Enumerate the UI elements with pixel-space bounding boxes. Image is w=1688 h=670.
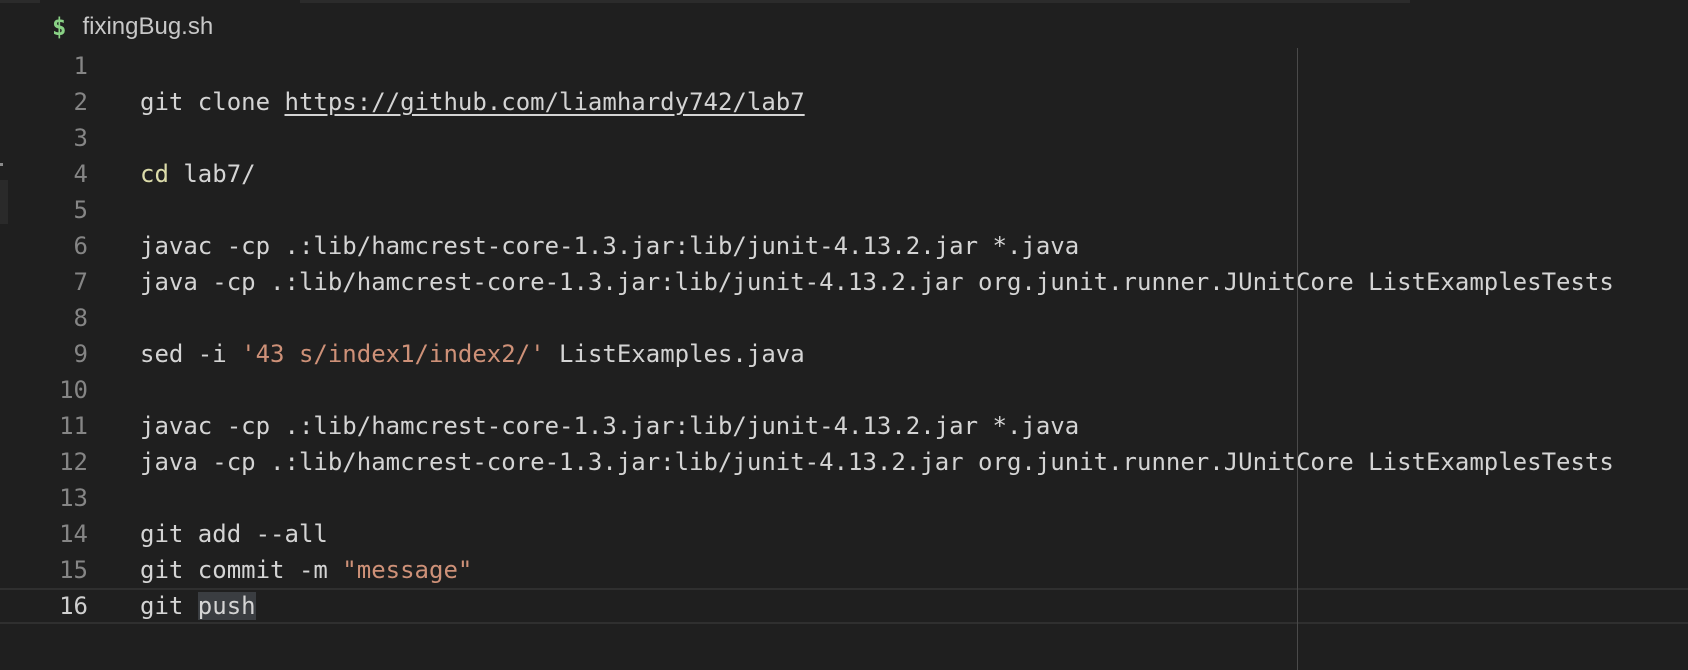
line-number: 6 [73,232,88,260]
column-ruler [1297,48,1298,670]
line-content[interactable]: sed -i '43 s/index1/index2/' ListExample… [140,336,805,372]
shell-script-icon: $ [52,13,67,41]
tab-strip [0,0,1688,4]
line-number: 3 [73,124,88,152]
code-text: sed -i [140,340,242,368]
builtin-command: cd [140,160,169,188]
line-number: 12 [59,448,88,476]
tab-strip-segment [0,0,40,3]
line-number: 14 [59,520,88,548]
code-line[interactable]: 2 git clone https://github.com/liamhardy7… [0,84,1688,120]
code-text: git add --all [140,520,328,548]
line-content[interactable]: git clone https://github.com/liamhardy74… [140,84,805,120]
code-line[interactable]: 10 [0,372,1688,408]
code-editor[interactable]: $ fixingBug.sh 1 2 git clone https://githu… [0,0,1688,670]
code-line[interactable]: 9 sed -i '43 s/index1/index2/' ListExampl… [0,336,1688,372]
code-text: git [140,592,198,620]
breadcrumb-filename[interactable]: fixingBug.sh [82,13,213,41]
code-line[interactable]: 11 javac -cp .:lib/hamcrest-core-1.3.jar:… [0,408,1688,444]
code-line[interactable]: 4 cd lab7/ [0,156,1688,192]
code-area[interactable]: 1 2 git clone https://github.com/liamhardy… [0,48,1688,624]
tab-strip-segment [300,0,1410,3]
line-content[interactable]: git push [140,590,256,622]
code-line[interactable]: 7 java -cp .:lib/hamcrest-core-1.3.jar:li… [0,264,1688,300]
code-line[interactable]: 1 [0,48,1688,84]
code-text: java -cp .:lib/hamcrest-core-1.3.jar:lib… [140,268,1614,296]
line-content[interactable]: javac -cp .:lib/hamcrest-core-1.3.jar:li… [140,228,1079,264]
code-line[interactable]: 16 git push [0,588,1688,624]
line-number: 4 [73,160,88,188]
line-number: 11 [59,412,88,440]
line-number: 8 [73,304,88,332]
line-content[interactable]: cd lab7/ [140,156,256,192]
code-line[interactable]: 8 [0,300,1688,336]
line-content[interactable]: git add --all [140,516,328,552]
string-literal: "message" [342,556,473,584]
code-line[interactable]: 6 javac -cp .:lib/hamcrest-core-1.3.jar:l… [0,228,1688,264]
code-line[interactable]: 12 java -cp .:lib/hamcrest-core-1.3.jar:l… [0,444,1688,480]
line-content[interactable]: javac -cp .:lib/hamcrest-core-1.3.jar:li… [140,408,1079,444]
line-content[interactable]: git commit -m "message" [140,552,472,588]
code-text: ListExamples.java [544,340,805,368]
line-number: 13 [59,484,88,512]
line-number: 15 [59,556,88,584]
code-text: lab7/ [168,160,256,188]
code-text: javac -cp .:lib/hamcrest-core-1.3.jar:li… [140,232,1080,260]
code-line[interactable]: 15 git commit -m "message" [0,552,1688,588]
line-content[interactable]: java -cp .:lib/hamcrest-core-1.3.jar:lib… [140,444,1614,480]
line-content[interactable]: java -cp .:lib/hamcrest-core-1.3.jar:lib… [140,264,1614,300]
line-number: 2 [73,88,88,116]
line-number: 7 [73,268,88,296]
code-line[interactable]: 14 git add --all [0,516,1688,552]
line-number: 1 [73,52,88,80]
line-number: 9 [73,340,88,368]
breadcrumb[interactable]: $ fixingBug.sh [52,10,213,44]
code-text: git commit -m [140,556,343,584]
code-line[interactable]: 5 [0,192,1688,228]
line-number: 10 [59,376,88,404]
line-number: 16 [59,592,88,620]
url-link[interactable]: https://github.com/liamhardy742/lab7 [285,88,805,116]
code-text: javac -cp .:lib/hamcrest-core-1.3.jar:li… [140,412,1080,440]
code-line[interactable]: 3 [0,120,1688,156]
selected-text: push [197,592,256,620]
code-line[interactable]: 13 [0,480,1688,516]
code-text: java -cp .:lib/hamcrest-core-1.3.jar:lib… [140,448,1614,476]
string-literal: '43 s/index1/index2/' [241,340,545,368]
line-number: 5 [73,196,88,224]
code-text: git clone [140,88,285,116]
